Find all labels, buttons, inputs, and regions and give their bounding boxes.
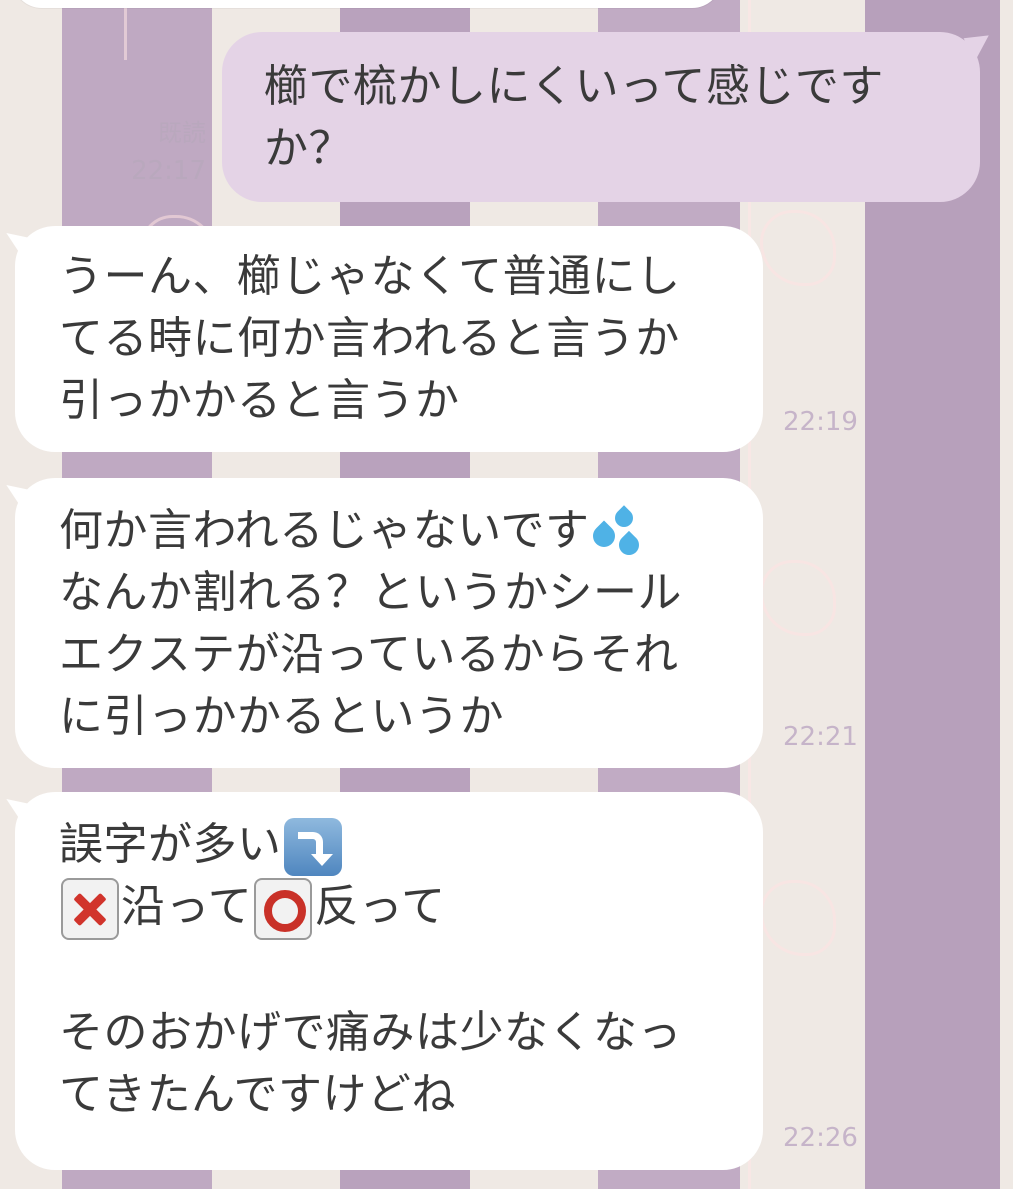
- flower-decoration: [760, 880, 836, 956]
- flower-decoration: [760, 560, 836, 636]
- message-timestamp: 22:19: [783, 407, 858, 437]
- vine-decoration: [124, 0, 127, 60]
- message-line: 何か言われるじゃないです: [59, 505, 590, 556]
- read-receipt-label: 既読: [158, 119, 206, 147]
- incoming-message-bubble[interactable]: 何か言われるじゃないです なんか割れる？というかシール エクステが沿っているから…: [15, 478, 763, 768]
- message-timestamp: 22:21: [783, 722, 858, 752]
- cross-mark-icon: [61, 878, 119, 940]
- flower-decoration: [760, 210, 836, 286]
- previous-message-bubble[interactable]: [12, 0, 722, 8]
- arrow-down-right-icon: [283, 818, 342, 876]
- circle-mark-icon: [254, 878, 313, 940]
- incoming-message-bubble[interactable]: 誤字が多い 沿って 反って そのおかげで痛みは少なくなっ てきたんですけどね: [15, 792, 763, 1170]
- incoming-message-text: 何か言われるじゃないです なんか割れる？というかシール エクステが沿っているから…: [59, 500, 733, 748]
- incoming-message-text: 誤字が多い 沿って 反って そのおかげで痛みは少なくなっ てきたんですけどね: [59, 814, 733, 1126]
- wrong-word: 沿って: [121, 881, 253, 932]
- message-continuation: なんか割れる？というかシール エクステが沿っているからそれ に引っかかるというか: [59, 567, 682, 742]
- incoming-message-text: うーん、櫛じゃなくて普通にし てる時に何か言われると言うか 引っかかると言うか: [59, 251, 681, 426]
- correct-word: 反って: [314, 881, 446, 932]
- message-timestamp: 22:17: [131, 156, 206, 186]
- outgoing-message-text: 櫛で梳かしにくいって感じです か？: [264, 61, 884, 174]
- outgoing-message-bubble[interactable]: 櫛で梳かしにくいって感じです か？: [222, 32, 980, 202]
- message-timestamp: 22:26: [783, 1123, 858, 1153]
- sweat-droplets-icon: [588, 505, 644, 560]
- message-continuation: そのおかげで痛みは少なくなっ てきたんですけどね: [59, 1007, 682, 1120]
- incoming-message-bubble[interactable]: うーん、櫛じゃなくて普通にし てる時に何か言われると言うか 引っかかると言うか: [15, 226, 763, 452]
- message-line: 誤字が多い: [59, 819, 282, 870]
